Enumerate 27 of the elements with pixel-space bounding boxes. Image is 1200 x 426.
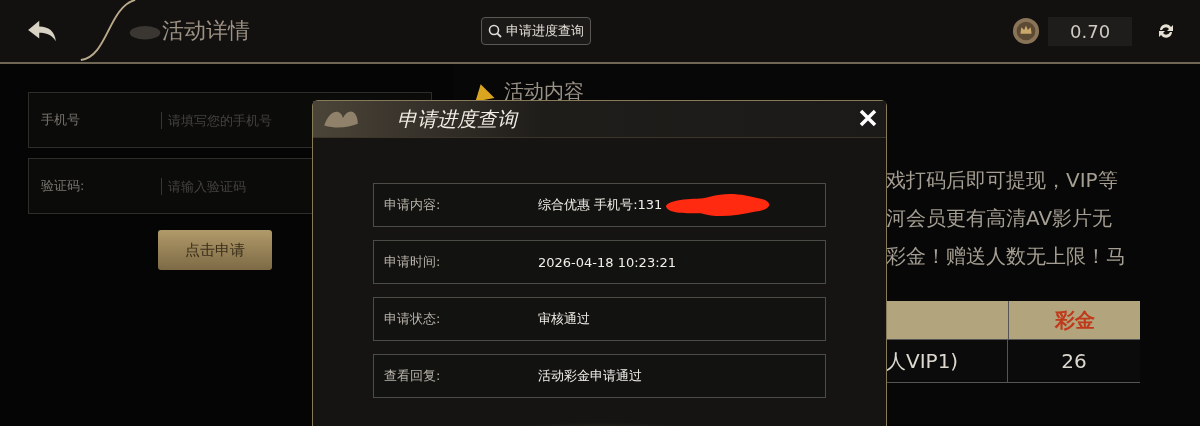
decorative-curve [78, 0, 138, 62]
page-title: 活动详情 [162, 17, 250, 45]
coin-icon [1012, 17, 1040, 45]
row-value: 审核通过 [538, 310, 590, 328]
close-icon [858, 107, 878, 128]
back-icon[interactable] [26, 19, 58, 43]
row-label: 申请时间: [384, 253, 442, 271]
description-line: 河会员更有高清AV影片无 [886, 205, 1114, 232]
row-value: 综合优惠 手机号:131 [538, 196, 663, 214]
submit-button[interactable]: 点击申请 [158, 230, 272, 270]
row-label: 查看回复: [384, 367, 442, 385]
description-line: 戏打码后即可提现，VIP等 [886, 167, 1119, 194]
row-value: 2026-04-18 10:23:21 [538, 254, 677, 270]
progress-query-button[interactable]: 申请进度查询 [481, 17, 591, 45]
search-icon [488, 24, 502, 38]
table-cell: 26 [1008, 340, 1140, 382]
dialog-title: 申请进度查询 [397, 105, 517, 133]
row-label: 申请内容: [384, 196, 442, 214]
section-heading: 活动内容 [504, 78, 584, 105]
field-label: 手机号 [41, 111, 81, 129]
row-label: 申请状态: [384, 310, 442, 328]
balance-value: 0.70 [1048, 16, 1132, 46]
field-label: 验证码: [41, 177, 86, 195]
description-line: 彩金！赠送人数无上限！马 [886, 243, 1127, 270]
table-header-cell-text: 彩金 [1053, 307, 1096, 334]
row-value: 活动彩金申请通过 [538, 367, 642, 385]
refresh-icon[interactable] [1156, 21, 1176, 41]
